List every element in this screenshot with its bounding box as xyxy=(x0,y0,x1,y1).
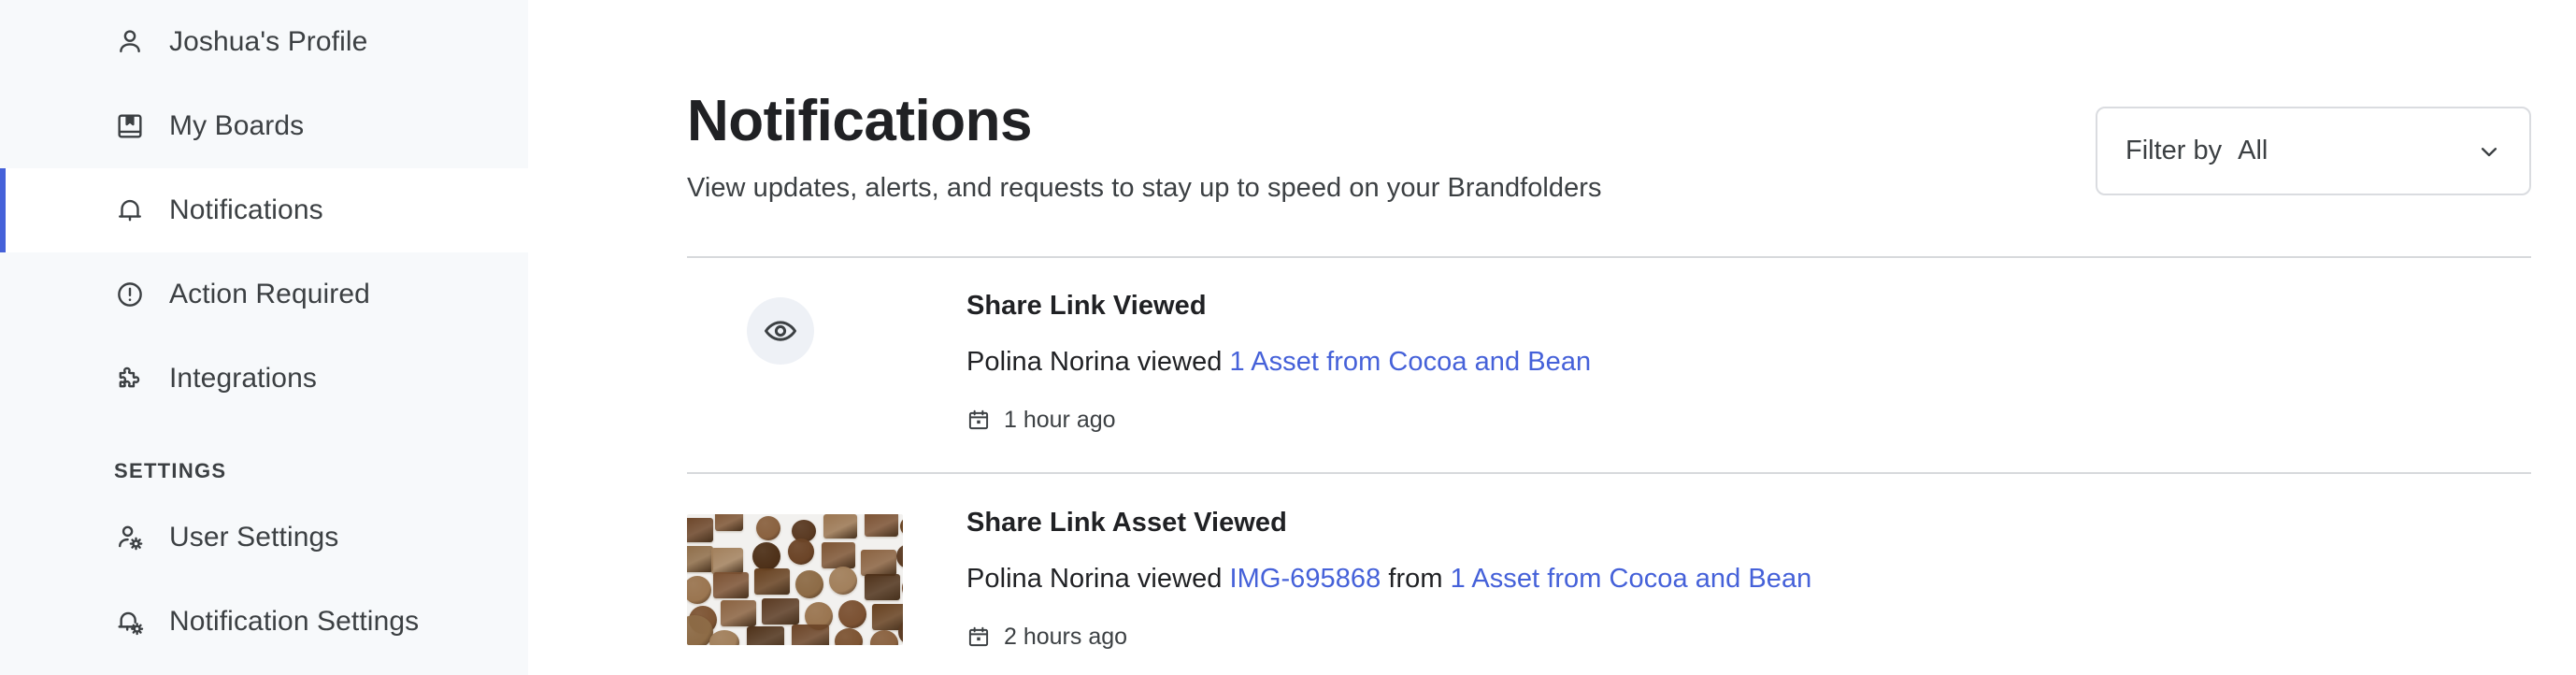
notification-text: Polina Norina viewed 1 Asset from Cocoa … xyxy=(966,346,2531,379)
list-divider xyxy=(687,472,2531,474)
notification-timestamp: 1 hour ago xyxy=(966,407,2531,434)
sidebar-item-label: My Boards xyxy=(169,110,305,141)
notifications-page: Joshua's Profile My Boards Notifications… xyxy=(0,0,2576,675)
notification-body: Share Link Asset Viewed Polina Norina vi… xyxy=(966,508,2531,651)
filter-by-value: All xyxy=(2238,136,2268,165)
sidebar-item-notifications[interactable]: Notifications xyxy=(0,168,528,252)
timestamp-label: 2 hours ago xyxy=(1004,623,1128,650)
sidebar-item-label: Notification Settings xyxy=(169,606,420,637)
notification-title: Share Link Viewed xyxy=(966,291,1207,321)
puzzle-piece-icon xyxy=(114,363,146,395)
sidebar-item-label: Action Required xyxy=(169,279,370,309)
sidebar-item-label: Notifications xyxy=(169,194,323,225)
calendar-icon xyxy=(966,408,991,432)
notification-text-before: Polina Norina viewed xyxy=(966,563,1230,594)
notification-text-middle: from xyxy=(1381,563,1451,594)
sidebar: Joshua's Profile My Boards Notifications… xyxy=(0,0,528,675)
notification-link-primary[interactable]: 1 Asset from Cocoa and Bean xyxy=(1230,347,1592,377)
notification-media xyxy=(687,292,903,365)
notification-title: Share Link Asset Viewed xyxy=(966,508,1287,538)
notification-media xyxy=(687,509,903,645)
book-bookmark-icon xyxy=(114,110,146,142)
filter-by-label: Filter by xyxy=(2125,136,2223,165)
notification-link-primary[interactable]: 1 Asset from Cocoa and Bean xyxy=(1451,564,1812,594)
sidebar-item-label: Integrations xyxy=(169,363,317,394)
notification-text-before: Polina Norina viewed xyxy=(966,346,1230,377)
filter-by-dropdown[interactable]: Filter by All xyxy=(2096,107,2531,195)
notification-link-asset[interactable]: IMG-695868 xyxy=(1230,564,1381,594)
user-icon xyxy=(114,26,146,58)
sidebar-section-settings: SETTINGS xyxy=(114,459,227,482)
notification-row[interactable]: Share Link Viewed Polina Norina viewed 1… xyxy=(687,291,2531,434)
sidebar-item-label: Joshua's Profile xyxy=(169,26,368,57)
sidebar-item-user-settings[interactable]: User Settings xyxy=(0,495,528,580)
sidebar-item-profile[interactable]: Joshua's Profile xyxy=(0,0,528,84)
sidebar-item-integrations[interactable]: Integrations xyxy=(0,337,528,421)
chevron-down-icon[interactable] xyxy=(2475,137,2503,165)
list-divider xyxy=(687,256,2531,258)
alert-circle-icon xyxy=(114,279,146,310)
bell-icon xyxy=(114,194,146,226)
main-content: Notifications View updates, alerts, and … xyxy=(528,0,2576,675)
notification-body: Share Link Viewed Polina Norina viewed 1… xyxy=(966,291,2531,434)
notification-text: Polina Norina viewed IMG-695868 from 1 A… xyxy=(966,563,2531,596)
calendar-icon xyxy=(966,625,991,649)
user-gear-icon xyxy=(114,522,146,553)
sidebar-item-my-boards[interactable]: My Boards xyxy=(0,84,528,168)
notification-timestamp: 2 hours ago xyxy=(966,624,2531,651)
asset-thumbnail[interactable] xyxy=(687,514,903,645)
bell-gear-icon xyxy=(114,606,146,638)
sidebar-item-action-required[interactable]: Action Required xyxy=(0,252,528,337)
timestamp-label: 1 hour ago xyxy=(1004,406,1116,433)
sidebar-item-notification-settings[interactable]: Notification Settings xyxy=(0,580,528,664)
sidebar-item-label: User Settings xyxy=(169,522,339,553)
eye-icon xyxy=(747,297,814,365)
notification-row[interactable]: Share Link Asset Viewed Polina Norina vi… xyxy=(687,508,2531,651)
